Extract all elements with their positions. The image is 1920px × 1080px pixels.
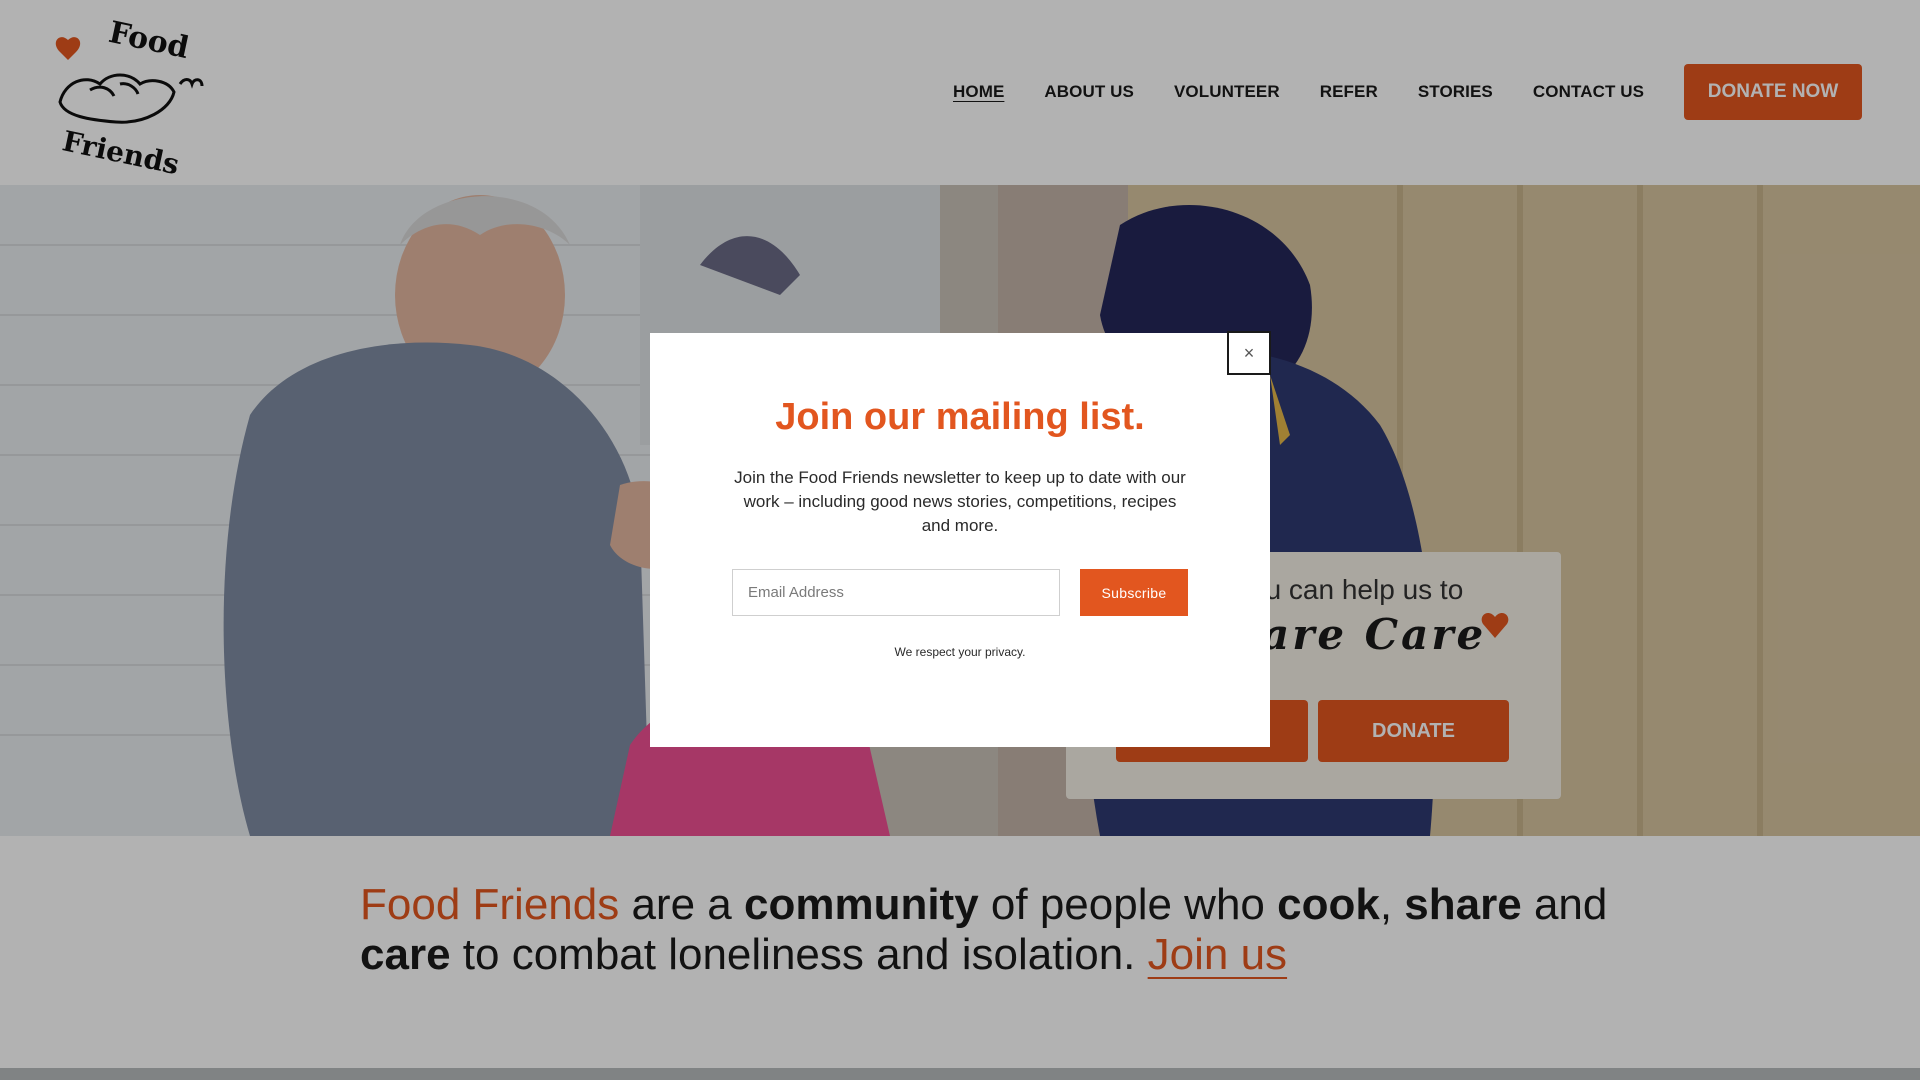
- modal-title: Join our mailing list.: [775, 396, 1145, 438]
- email-field[interactable]: [732, 569, 1060, 616]
- modal-description: Join the Food Friends newsletter to keep…: [734, 468, 1186, 535]
- subscribe-button[interactable]: Subscribe: [1080, 569, 1188, 616]
- close-icon[interactable]: ×: [1227, 331, 1271, 375]
- privacy-note: We respect your privacy.: [894, 645, 1026, 659]
